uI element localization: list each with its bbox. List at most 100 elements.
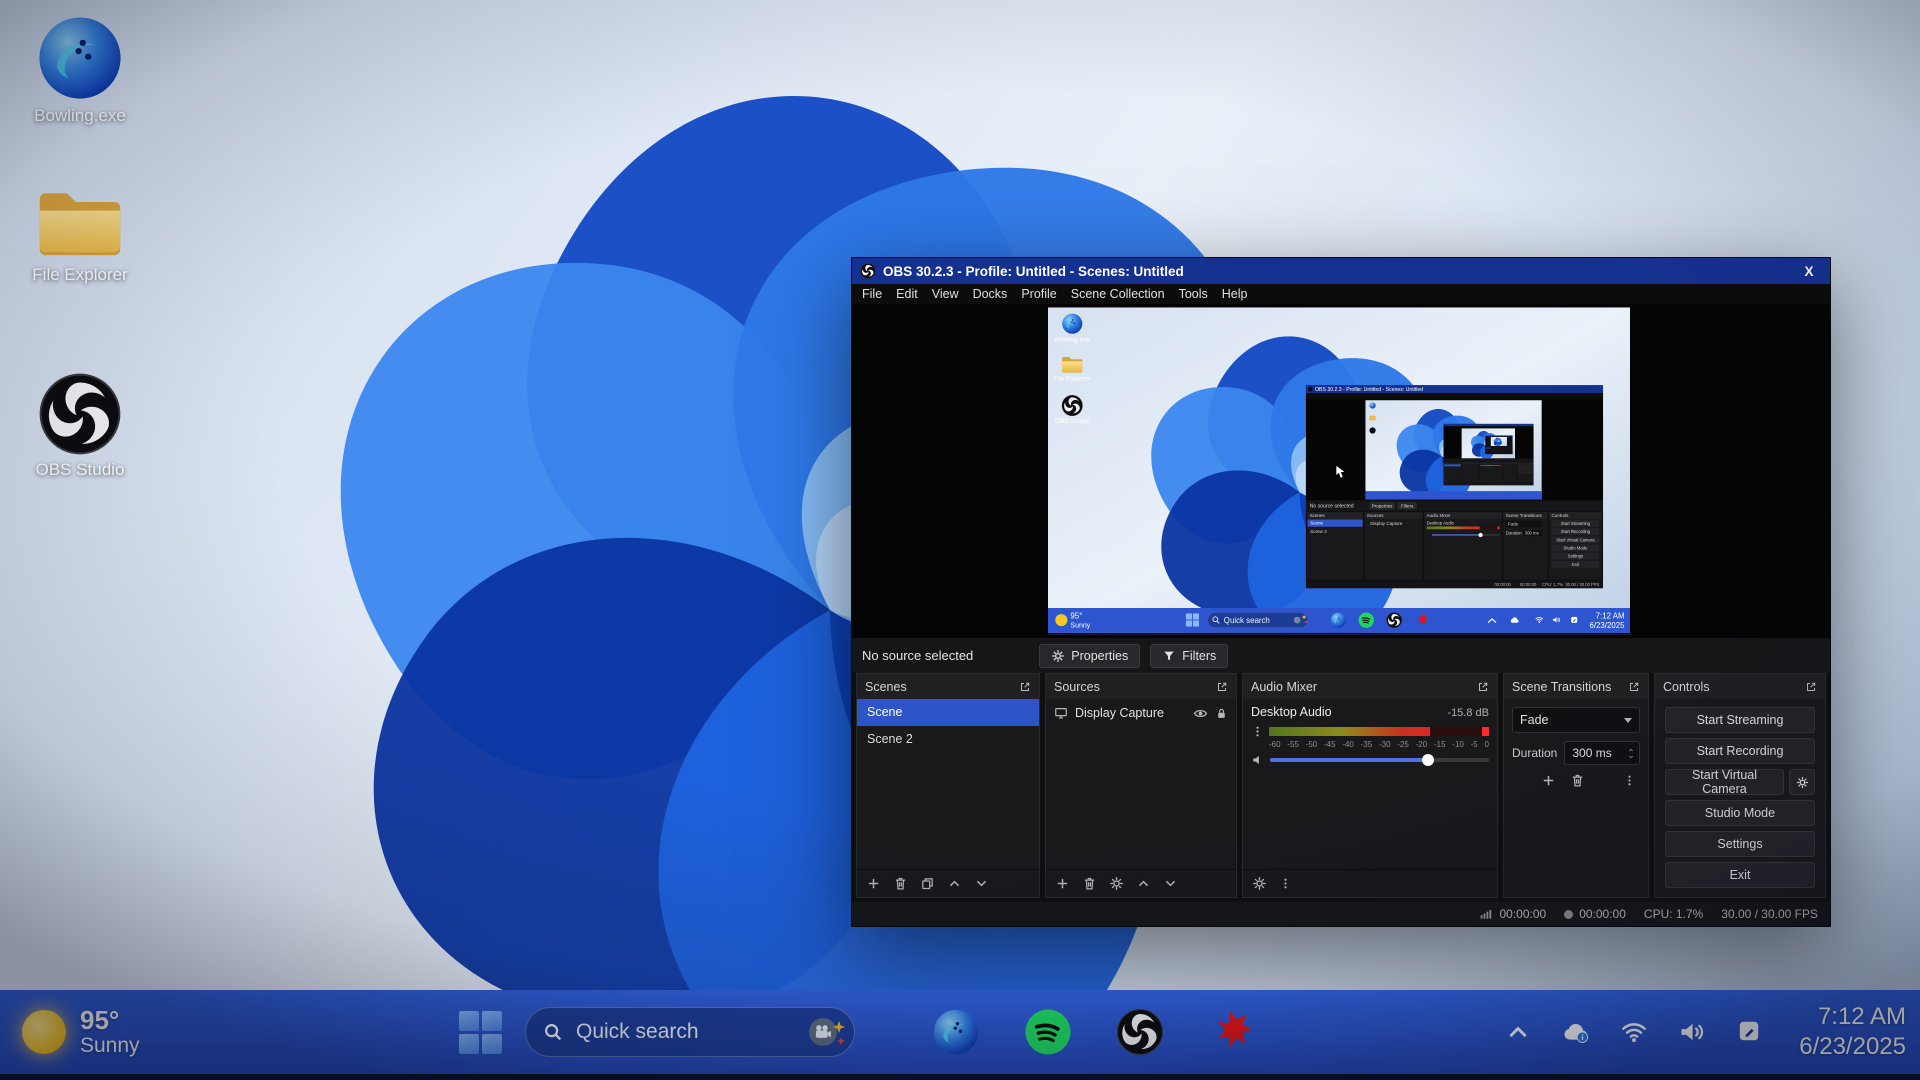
transition-select[interactable]: Fade (1512, 707, 1640, 733)
svg-text:File Explorer: File Explorer (1054, 376, 1092, 383)
remove-source-button[interactable] (1082, 876, 1097, 891)
taskbar: 95° Sunny Quick search (0, 990, 1920, 1074)
mixer-channel-menu[interactable] (1251, 725, 1264, 738)
source-list-item[interactable]: Display Capture (1046, 699, 1236, 727)
mixer-settings-button[interactable] (1252, 876, 1267, 891)
popout-icon[interactable] (1216, 681, 1228, 693)
svg-text:Studio Mode: Studio Mode (1564, 546, 1588, 551)
transition-duration-input[interactable]: 300 ms (1564, 741, 1640, 765)
start-streaming-button[interactable]: Start Streaming (1665, 707, 1815, 733)
audio-level-meter (1269, 727, 1489, 736)
desktop-icon-bowling[interactable]: Bowling.exe (14, 14, 146, 126)
svg-text:Properties: Properties (1372, 503, 1393, 508)
add-source-button[interactable] (1055, 876, 1070, 891)
popout-icon[interactable] (1019, 681, 1031, 693)
mixer-menu-button[interactable] (1279, 877, 1292, 890)
tray-weather-cloud-button[interactable] (1561, 1017, 1591, 1047)
source-properties-button[interactable] (1109, 876, 1124, 891)
svg-text:300 ms: 300 ms (1525, 531, 1539, 536)
obs-titlebar[interactable]: OBS 30.2.3 - Profile: Untitled - Scenes:… (852, 258, 1830, 284)
windows-logo-icon (459, 1011, 502, 1054)
exit-button[interactable]: Exit (1665, 862, 1815, 888)
remove-transition-button[interactable] (1570, 773, 1585, 788)
obs-preview-area[interactable]: Bowling.exe File Explorer OBS Studio OBS… (852, 304, 1830, 638)
volume-slider-handle[interactable] (1422, 754, 1434, 766)
menu-profile[interactable]: Profile (1014, 287, 1063, 301)
settings-button[interactable]: Settings (1665, 831, 1815, 857)
sun-icon (22, 1010, 66, 1054)
taskbar-app-obs[interactable] (1113, 1005, 1167, 1059)
svg-text:7:12 AM: 7:12 AM (1596, 611, 1625, 620)
svg-text:Filters: Filters (1401, 503, 1414, 508)
popout-icon[interactable] (1628, 681, 1640, 693)
no-source-selected-label: No source selected (862, 648, 973, 663)
svg-text:Display Capture: Display Capture (1370, 521, 1403, 526)
properties-button[interactable]: Properties (1039, 644, 1140, 668)
popout-icon[interactable] (1805, 681, 1817, 693)
volume-icon (1678, 1018, 1706, 1046)
volume-button[interactable] (1677, 1017, 1707, 1047)
obs-docks: Scenes Scene Scene 2 Sources (852, 673, 1830, 902)
menu-file[interactable]: File (855, 287, 889, 301)
gear-icon (1051, 649, 1065, 663)
red-splat-icon (1208, 1008, 1256, 1056)
search-box[interactable]: Quick search (525, 1007, 855, 1057)
remove-scene-button[interactable] (893, 876, 908, 891)
scene-transitions-header: Scene Transitions (1504, 674, 1648, 699)
desktop-icon-file-explorer[interactable]: File Explorer (14, 186, 146, 285)
speaker-icon[interactable] (1251, 753, 1265, 767)
funnel-icon (1162, 649, 1176, 663)
chevron-up-icon (1627, 747, 1635, 753)
svg-text:Fade: Fade (1508, 522, 1519, 527)
menu-docks[interactable]: Docks (966, 287, 1015, 301)
move-scene-down-button[interactable] (974, 876, 989, 891)
menu-edit[interactable]: Edit (889, 287, 925, 301)
pen-tray-button[interactable] (1735, 1017, 1765, 1047)
svg-text:00:00:00: 00:00:00 (1520, 582, 1537, 587)
chevron-down-icon (1624, 718, 1632, 723)
tray-chevron-up-button[interactable] (1503, 1017, 1533, 1047)
source-visibility-toggle[interactable] (1193, 706, 1208, 721)
add-transition-button[interactable] (1541, 773, 1556, 788)
transition-menu-button[interactable] (1623, 774, 1636, 787)
wifi-button[interactable] (1619, 1017, 1649, 1047)
blue-sphere-icon (932, 1008, 980, 1056)
close-button[interactable]: X (1796, 264, 1822, 279)
svg-text:Start Recording: Start Recording (1561, 529, 1591, 534)
start-recording-button[interactable]: Start Recording (1665, 738, 1815, 764)
duplicate-scene-button[interactable] (920, 876, 935, 891)
scene-list-item[interactable]: Scene 2 (857, 726, 1039, 753)
filters-button[interactable]: Filters (1150, 644, 1228, 668)
mixer-channel-name: Desktop Audio (1251, 705, 1332, 719)
studio-mode-button[interactable]: Studio Mode (1665, 800, 1815, 826)
menu-help[interactable]: Help (1215, 287, 1255, 301)
source-lock-toggle[interactable] (1215, 707, 1228, 720)
move-source-up-button[interactable] (1136, 876, 1151, 891)
move-source-down-button[interactable] (1163, 876, 1178, 891)
menu-scene-collection[interactable]: Scene Collection (1064, 287, 1172, 301)
volume-slider[interactable] (1270, 753, 1489, 767)
add-scene-button[interactable] (866, 876, 881, 891)
taskbar-clock[interactable]: 7:12 AM 6/23/2025 (1799, 1002, 1906, 1062)
desktop-icon-label: Bowling.exe (14, 106, 146, 126)
spinner-arrows[interactable] (1627, 747, 1635, 760)
popout-icon[interactable] (1477, 681, 1489, 693)
svg-text:Desktop Audio: Desktop Audio (1427, 520, 1455, 525)
scene-list-item[interactable]: Scene (857, 699, 1039, 726)
taskbar-app-browser[interactable] (929, 1005, 983, 1059)
desktop-icon-obs[interactable]: OBS Studio (14, 372, 146, 480)
svg-text:No source selected: No source selected (1310, 503, 1354, 509)
taskbar-app-paint[interactable] (1205, 1005, 1259, 1059)
start-virtual-camera-button[interactable]: Start Virtual Camera (1665, 769, 1784, 795)
taskbar-app-spotify[interactable] (1021, 1005, 1075, 1059)
scene-transitions-panel: Scene Transitions Fade Duration 300 ms (1503, 673, 1649, 898)
obs-menubar: File Edit View Docks Profile Scene Colle… (852, 284, 1830, 304)
menu-tools[interactable]: Tools (1172, 287, 1215, 301)
move-scene-up-button[interactable] (947, 876, 962, 891)
window-title: OBS 30.2.3 - Profile: Untitled - Scenes:… (883, 264, 1789, 279)
menu-view[interactable]: View (925, 287, 966, 301)
start-button[interactable] (453, 1005, 507, 1059)
virtual-camera-settings-button[interactable] (1789, 769, 1815, 795)
chevron-up-icon (1504, 1018, 1532, 1046)
weather-widget[interactable]: 95° Sunny (22, 990, 140, 1074)
